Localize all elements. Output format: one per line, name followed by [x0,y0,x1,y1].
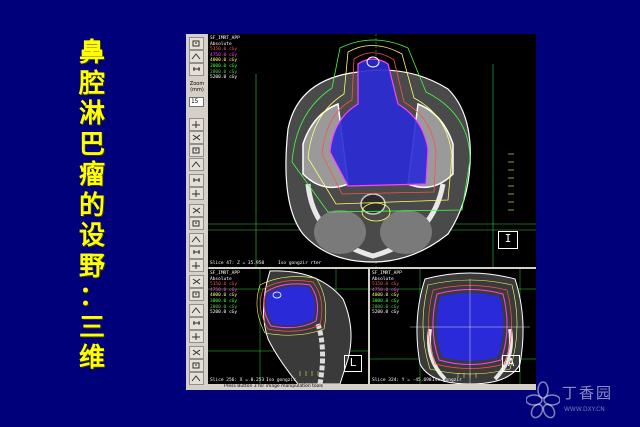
dxy-watermark: 丁香园 WWW.DXY.CN [526,380,636,424]
treatment-planning-window: Zoom (mm) 15 SF_IMRT_APP Absolute 5150.0… [186,34,536,390]
isodose-item: 5150.0 cGy [210,282,238,288]
isodose-button[interactable] [189,330,204,343]
title-char: 的 [78,190,105,221]
reset-icon [192,349,201,356]
flower-logo-icon [526,381,560,419]
orientation-marker: I [498,231,518,249]
select-icon [192,220,200,227]
plan-name: SF_IMRT_APP [210,271,240,276]
select-button[interactable] [189,217,204,230]
window-level-button[interactable] [189,158,204,171]
watermark-name: 丁香园 [562,384,614,402]
profile-button[interactable] [189,118,204,131]
scroll-icon [192,134,201,141]
slice-up-button[interactable] [189,187,204,200]
title-char: 鼻 [78,38,105,68]
pan-icon [192,147,200,154]
sagittal-view[interactable]: SF_IMRT_APP Absolute 5150.0 cGy 4750.0 c… [208,269,368,384]
zoom-label: Zoom (mm) [189,81,205,93]
slice-readout: Slice 256: X = 0.253 [210,378,265,383]
contour-button[interactable] [189,233,204,246]
isodose-item: 5150.0 cGy [372,282,400,288]
isodose-item: 5150.0 cGy [210,47,238,53]
pan-button[interactable] [189,144,204,157]
title-char: 维 [78,343,105,373]
isodose-item: 3000.0 cGy [372,298,400,304]
plan-name: SF_IMRT_APP [210,36,240,41]
slice-readout: Slice 47: Z = 35.950 [210,261,265,266]
title-char: 野 [78,251,105,282]
slice-down-button[interactable] [189,204,204,217]
iso-readout: Iso gongzir [266,378,296,383]
iso-readout: Iso gongzir rter [278,261,322,266]
measure-icon [193,321,200,325]
axial-view[interactable]: SF_IMRT_APP Absolute 5150.0 cGy 4750.0 c… [208,34,536,267]
rotate-button[interactable] [189,359,204,372]
window-level-icon [191,161,201,168]
zoom-in-button[interactable] [189,37,204,50]
hand-button[interactable] [189,304,204,317]
title-char: 设 [78,221,105,251]
orientation-marker: L [344,355,362,372]
search-icon [192,278,201,285]
slide-title: 鼻腔淋巴瘤的设野：三维 [72,38,112,374]
isodose-item: 5200.0 cGy [210,75,238,81]
isodose-icon [192,333,200,340]
contour-icon [191,236,201,243]
orientation-marker: A [502,355,520,372]
slice-readout: Slice 324: Y = -45.698 [372,378,432,383]
title-char: ： [78,282,105,312]
point-button[interactable] [189,174,204,187]
text-button[interactable] [189,372,204,385]
coronal-view[interactable]: SF_IMRT_APP Absolute 5150.0 cGy 4750.0 c… [370,269,536,384]
tool-palette: Zoom (mm) 15 [186,34,209,390]
dose-button[interactable] [189,288,204,301]
hand-icon [191,307,201,314]
ruler-button[interactable] [189,63,204,76]
profile-icon [192,121,200,128]
title-char: 瘤 [78,160,105,190]
zoom-in-icon [192,40,200,47]
coronal-legend: SF_IMRT_APP Absolute 5150.0 cGy 4750.0 c… [372,271,402,316]
title-char: 三 [78,312,105,343]
beam-icon [193,250,200,254]
title-char: 腔 [78,68,105,99]
dose-icon [192,291,200,298]
status-bar: Press Button 3 for image manipulation to… [208,384,536,390]
scroll-button[interactable] [189,131,204,144]
iso-readout: Iso gongzir [432,378,462,383]
measure-button[interactable] [189,317,204,330]
zoom-out-icon [191,53,201,60]
isodose-item: 5200.0 cGy [210,310,238,316]
grid-icon [192,262,200,269]
slice-down-icon [192,207,201,214]
search-button[interactable] [189,275,204,288]
text-icon [191,375,201,382]
point-icon [193,178,200,182]
zoom-out-button[interactable] [189,50,204,63]
sagittal-legend: SF_IMRT_APP Absolute 5150.0 cGy 4750.0 c… [210,271,240,316]
axial-legend: SF_IMRT_APP Absolute 5150.0 cGy 4750.0 c… [210,36,240,81]
axial-ct-image [208,34,536,267]
isodose-item: 3000.0 cGy [210,63,238,69]
title-char: 淋 [78,99,105,129]
watermark-url: WWW.DXY.CN [564,406,605,413]
zoom-input[interactable]: 15 [189,97,204,107]
grid-button[interactable] [189,259,204,272]
plan-name: SF_IMRT_APP [372,271,402,276]
title-char: 巴 [78,129,105,160]
ruler-icon [193,67,200,71]
rotate-icon [192,362,200,369]
beam-button[interactable] [189,246,204,259]
reset-button[interactable] [189,346,204,359]
isodose-item: 5200.0 cGy [372,310,400,316]
slice-up-icon [192,190,200,197]
isodose-item: 3000.0 cGy [210,298,238,304]
